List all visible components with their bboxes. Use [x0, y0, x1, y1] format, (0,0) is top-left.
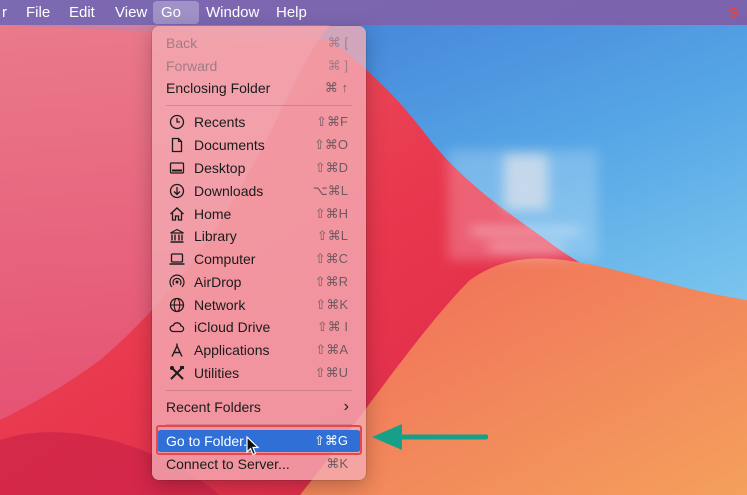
menu-item-shortcut: ⌘ [ — [327, 35, 348, 50]
menu-bar: r File Edit View Go Window Help S — [0, 0, 747, 25]
menu-item-shortcut: ⌥⌘L — [312, 183, 348, 198]
menu-item-connect-to-server[interactable]: Connect to Server... ⌘K — [157, 453, 361, 475]
menu-item-desktop[interactable]: Desktop ⇧⌘D — [157, 157, 361, 179]
menu-item-shortcut: ⇧⌘L — [316, 228, 348, 243]
menu-item-home[interactable]: Home ⇧⌘H — [157, 203, 361, 225]
menu-item-label: Documents — [194, 137, 265, 153]
menu-item-label: Enclosing Folder — [166, 80, 271, 96]
utilities-icon — [170, 366, 184, 380]
menu-item-shortcut: ⇧⌘O — [313, 137, 348, 152]
menu-item-recents[interactable]: Recents ⇧⌘F — [157, 111, 361, 133]
clock-icon — [169, 114, 185, 130]
menu-item-shortcut: ⌘K — [326, 456, 348, 471]
menu-item-label: Library — [194, 228, 237, 244]
menu-separator — [166, 390, 352, 391]
annotation-arrow-icon — [372, 424, 488, 450]
menu-item-label: Home — [194, 206, 232, 222]
menu-file[interactable]: File — [18, 0, 58, 25]
home-icon — [170, 207, 184, 221]
menu-item-label: Applications — [194, 342, 270, 358]
mouse-cursor-icon — [246, 436, 260, 456]
menu-item-label: Recent Folders — [166, 399, 261, 415]
menu-item-forward[interactable]: Forward ⌘ ] — [157, 55, 361, 77]
menu-item-documents[interactable]: Documents ⇧⌘O — [157, 134, 361, 156]
menu-item-shortcut: ⇧⌘H — [314, 206, 348, 221]
menu-item-label: Desktop — [194, 160, 246, 176]
menu-item-airdrop[interactable]: AirDrop ⇧⌘R — [157, 271, 361, 293]
menu-item-shortcut: ⇧⌘D — [314, 160, 348, 175]
menu-item-shortcut: ⌘ ] — [327, 58, 348, 73]
menu-item-shortcut: ⇧⌘R — [314, 274, 348, 289]
go-menu: Back ⌘ [ Forward ⌘ ] Enclosing Folder ⌘ … — [152, 26, 366, 480]
menu-item-utilities[interactable]: Utilities ⇧⌘U — [157, 362, 361, 384]
menu-item-shortcut: ⌘ ↑ — [324, 80, 348, 95]
menu-item-network[interactable]: Network ⇧⌘K — [157, 294, 361, 316]
menu-item-label: Downloads — [194, 183, 264, 199]
menu-item-applications[interactable]: Applications ⇧⌘A — [157, 339, 361, 361]
menu-item-back[interactable]: Back ⌘ [ — [157, 32, 361, 54]
menu-item-recent-folders[interactable]: Recent Folders › — [157, 396, 361, 418]
menu-item-shortcut: ⇧⌘A — [315, 342, 348, 357]
menu-edit[interactable]: Edit — [61, 0, 103, 25]
menu-item-label: AirDrop — [194, 274, 242, 290]
menu-item-icloud-drive[interactable]: iCloud Drive ⇧⌘ I — [157, 316, 361, 338]
document-icon — [171, 137, 183, 153]
menu-item-shortcut: ⇧⌘F — [316, 114, 348, 129]
applications-icon — [171, 343, 183, 357]
desktop-icon — [169, 162, 185, 174]
menu-item-shortcut: ⇧⌘ I — [316, 319, 348, 334]
menu-item-shortcut: ⇧⌘K — [315, 297, 348, 312]
menu-item-label: Recents — [194, 114, 246, 130]
airdrop-icon — [169, 274, 185, 288]
computer-icon — [169, 253, 185, 265]
menu-item-label: Back — [166, 35, 198, 51]
menu-item-label: Connect to Server... — [166, 456, 290, 472]
menu-view[interactable]: View — [107, 0, 155, 25]
menu-item-shortcut: ⇧⌘U — [314, 365, 348, 380]
menu-item-label: Network — [194, 297, 246, 313]
menu-item-label: iCloud Drive — [194, 319, 271, 335]
menu-window[interactable]: Window — [198, 0, 267, 25]
status-app-icon[interactable]: S — [729, 5, 741, 20]
menu-item-library[interactable]: Library ⇧⌘L — [157, 225, 361, 247]
blurred-desktop-item — [448, 150, 598, 260]
chevron-right-icon: › — [343, 398, 349, 415]
network-icon — [169, 297, 185, 313]
apple-menu-fragment[interactable]: r — [0, 0, 9, 25]
menu-item-shortcut: ⇧⌘C — [314, 251, 348, 266]
cloud-icon — [169, 322, 185, 333]
menu-item-computer[interactable]: Computer ⇧⌘C — [157, 248, 361, 270]
menu-separator — [166, 105, 352, 106]
menu-item-enclosing-folder[interactable]: Enclosing Folder ⌘ ↑ — [157, 77, 361, 99]
menu-help[interactable]: Help — [268, 0, 315, 25]
menu-go[interactable]: Go — [153, 1, 199, 24]
download-icon — [169, 183, 185, 199]
library-icon — [170, 228, 184, 243]
menu-item-label: Forward — [166, 58, 218, 74]
menu-item-label: Utilities — [194, 365, 240, 381]
menu-item-downloads[interactable]: Downloads ⌥⌘L — [157, 180, 361, 202]
menu-item-label: Computer — [194, 251, 256, 267]
